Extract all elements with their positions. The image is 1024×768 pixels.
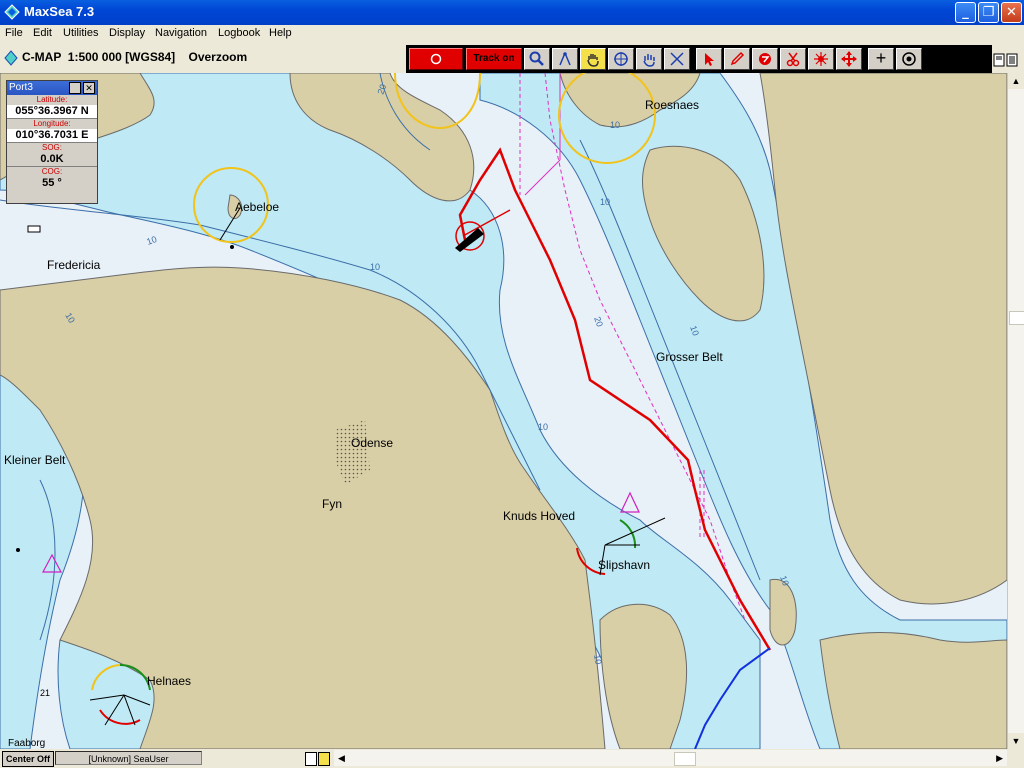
pencil-icon: [730, 51, 745, 66]
title-bar: MaxSea 7.3 _ ❐ ✕: [0, 0, 1024, 25]
depth-label: 10: [370, 262, 380, 272]
depth-label: 10: [145, 234, 158, 247]
panel-maximize-button[interactable]: [69, 82, 81, 94]
record-button[interactable]: [409, 48, 463, 70]
horizontal-scrollbar[interactable]: ◀ ▶: [334, 750, 1007, 766]
move-arrows-icon: [841, 51, 857, 67]
place-label: Kleiner Belt: [4, 453, 66, 467]
magnifier-icon: [529, 51, 544, 66]
place-label: Slipshavn: [598, 558, 651, 572]
menu-navigation[interactable]: Navigation: [155, 27, 207, 39]
page-icon[interactable]: [305, 752, 317, 766]
target-icon: [902, 52, 916, 66]
place-label: Fredericia: [47, 258, 101, 272]
pointer-arrow-icon: [705, 53, 714, 66]
depth-label: 21: [40, 688, 51, 698]
window-tile-icon: [993, 53, 1018, 67]
scissors-icon: [786, 52, 800, 67]
status-bar: Center Off [Unknown] SeaUser ◀ ▶: [0, 749, 1024, 768]
depth-label: 10: [538, 422, 548, 432]
minimize-button[interactable]: _: [955, 2, 976, 23]
place-label: Grosser Belt: [656, 350, 723, 364]
grab-tool[interactable]: [636, 48, 662, 70]
place-label: Roesnaes: [645, 98, 700, 112]
layout-toggle[interactable]: [992, 50, 1020, 70]
window-title: MaxSea 7.3: [24, 4, 95, 19]
scroll-down-button[interactable]: ▼: [1008, 733, 1024, 749]
chart-icon: [4, 50, 18, 66]
route-circle-icon: [759, 53, 771, 65]
panel-title: Port3: [9, 82, 33, 93]
position-tool[interactable]: [608, 48, 634, 70]
record-icon: [430, 53, 442, 65]
h-scroll-thumb[interactable]: [674, 752, 696, 766]
pencil-tool[interactable]: [724, 48, 750, 70]
menu-bar: File Edit Utilities Display Navigation L…: [0, 25, 1024, 44]
target-tool[interactable]: [896, 48, 922, 70]
menu-help[interactable]: Help: [269, 27, 292, 39]
select-tool[interactable]: [696, 48, 722, 70]
position-panel[interactable]: Port3 ✕ Latitude: 055°36.3967 N Longitud…: [6, 80, 98, 204]
place-label: Helnaes: [147, 674, 192, 688]
pan-hand-tool[interactable]: [580, 48, 606, 70]
folder-icon[interactable]: [318, 752, 330, 766]
scroll-thumb[interactable]: [1009, 311, 1024, 325]
latitude-value: 055°36.3967 N: [7, 105, 97, 118]
sog-value: 0.0K: [7, 153, 97, 166]
place-label: Odense: [351, 436, 394, 450]
depth-label: 10: [600, 197, 610, 207]
mark-tool[interactable]: [808, 48, 834, 70]
menu-file[interactable]: File: [5, 27, 23, 39]
place-label: Aebeloe: [235, 200, 280, 214]
plus-tool[interactable]: +: [868, 48, 894, 70]
depth-label: 10: [610, 120, 620, 130]
hand-icon: [587, 54, 599, 67]
fit-tool[interactable]: [664, 48, 690, 70]
compass-icon: [559, 52, 571, 66]
cut-tool[interactable]: [780, 48, 806, 70]
track-on-button[interactable]: Track on: [466, 48, 522, 70]
depth-label: 20: [592, 315, 605, 328]
menu-logbook[interactable]: Logbook: [218, 27, 260, 39]
menu-edit[interactable]: Edit: [33, 27, 52, 39]
vertical-scrollbar[interactable]: ▲ ▼: [1007, 73, 1024, 749]
route-tool[interactable]: [752, 48, 778, 70]
depth-label: 10: [592, 654, 604, 666]
panel-close-button[interactable]: ✕: [83, 82, 95, 94]
zoom-tool[interactable]: [524, 48, 550, 70]
panel-title-bar[interactable]: Port3 ✕: [7, 81, 97, 95]
scroll-up-button[interactable]: ▲: [1008, 73, 1024, 89]
scroll-right-button[interactable]: ▶: [996, 750, 1003, 766]
place-label: Fyn: [322, 497, 343, 511]
sog-label: SOG:: [41, 143, 62, 152]
place-label: Knuds Hoved: [503, 509, 576, 523]
menu-display[interactable]: Display: [109, 27, 145, 39]
scroll-left-button[interactable]: ◀: [338, 750, 345, 766]
user-status: [Unknown] SeaUser: [55, 751, 202, 765]
close-button[interactable]: ✕: [1001, 2, 1022, 23]
center-off-button[interactable]: Center Off: [2, 751, 54, 767]
arrows-icon: [670, 52, 684, 66]
crosshair-circle-icon: [614, 52, 628, 66]
restore-button[interactable]: ❐: [978, 2, 999, 23]
chart-map[interactable]: 10 10 10 10 20 10 10 10 10 20 10 Roesnae…: [0, 73, 1007, 749]
main-toolbar: Track on +: [406, 45, 992, 73]
nautical-chart-canvas[interactable]: 10 10 10 10 20 10 10 10 10 20 10: [0, 73, 1007, 749]
star-burst-icon: [814, 52, 828, 66]
cog-label: COG:: [41, 167, 63, 176]
move-tool[interactable]: [836, 48, 862, 70]
compass-tool[interactable]: [552, 48, 578, 70]
cog-value: 55 °: [7, 177, 97, 190]
place-label: Faaborg: [8, 738, 46, 749]
app-logo-icon: [4, 4, 20, 20]
grab-hand-icon: [643, 54, 655, 67]
menu-utilities[interactable]: Utilities: [63, 27, 98, 39]
chart-scale-label: C-MAP 1:500 000 [WGS84] Overzoom: [22, 50, 248, 64]
longitude-label: Longitude:: [33, 119, 71, 128]
longitude-value: 010°36.7031 E: [7, 129, 97, 142]
latitude-label: Latitude:: [36, 95, 68, 104]
